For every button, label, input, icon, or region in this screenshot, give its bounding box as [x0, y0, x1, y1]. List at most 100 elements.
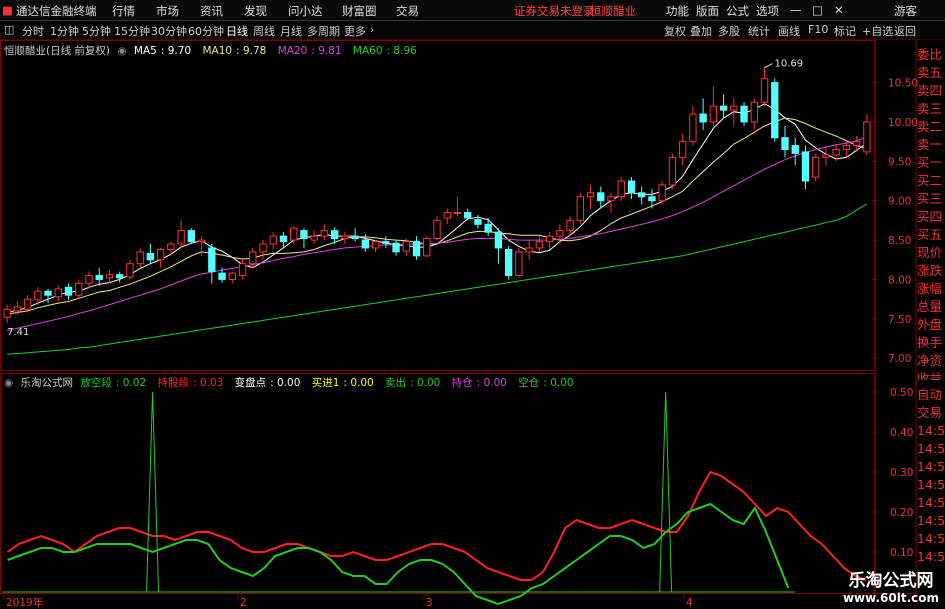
panel-toggle-icon[interactable]: ◫ — [4, 23, 14, 36]
guest-label[interactable]: 游客 — [894, 3, 917, 19]
candle-body-31 — [320, 230, 329, 237]
menu-wealth-circle[interactable]: 财富圈 — [342, 3, 377, 19]
trade-field-8: 14:56 — [917, 531, 945, 546]
candle-body-56 — [576, 196, 584, 221]
candle-body-32 — [330, 230, 339, 239]
candle-body-25 — [259, 243, 267, 253]
quote-field-6: 买一 — [917, 155, 943, 170]
tool-f10[interactable]: F10 — [808, 23, 828, 36]
menu-news[interactable]: 资讯 — [200, 3, 223, 19]
candle-body-22 — [228, 272, 236, 280]
legend-turning-point: 变盘点: 0.00 — [234, 377, 301, 389]
candle-body-9 — [95, 275, 103, 280]
candle-body-21 — [218, 272, 226, 280]
candle-body-30 — [310, 235, 318, 241]
candle-body-39 — [402, 241, 410, 252]
menu-quotes[interactable]: 行情 — [112, 3, 135, 19]
candle-body-2 — [23, 298, 32, 310]
quote-field-18: 收益 — [917, 371, 943, 380]
menu-trade[interactable]: 交易 — [396, 3, 419, 19]
legend-settings-icon[interactable]: ◉ — [117, 45, 126, 57]
menu-function[interactable]: 功能 — [666, 3, 689, 19]
candle-body-23 — [238, 263, 247, 276]
indicator-settings-icon[interactable]: ◉ — [4, 377, 13, 389]
candle-body-5 — [54, 288, 62, 298]
candle-body-82 — [842, 145, 851, 150]
period-daily[interactable]: 日线 — [226, 23, 248, 39]
candle-body-66 — [678, 141, 687, 158]
period-multi[interactable]: 多周期 — [307, 23, 340, 39]
candle-body-78 — [801, 151, 810, 182]
candle-body-50 — [515, 251, 523, 276]
legend-hold-segment: 持股段: 0.03 — [157, 377, 224, 389]
login-notice[interactable]: 证券交易未登录 — [514, 3, 595, 19]
minimize-icon[interactable]: — — [790, 3, 802, 17]
period-more[interactable]: 更多 — [344, 23, 366, 39]
quote-field-4: 卖二 — [917, 119, 943, 134]
period-intraday[interactable]: 分时 — [22, 23, 44, 39]
more-chevron-icon[interactable]: › — [370, 23, 374, 36]
tool-watchlist[interactable]: +自选 — [862, 23, 893, 39]
indicator-legend: ◉ 乐淘公式网 放空段: 0.02 持股段: 0.03 变盘点: 0.00 买进… — [4, 375, 582, 390]
candle-body-75 — [771, 82, 779, 139]
tool-multi-stock[interactable]: 多股 — [718, 23, 740, 39]
candle-body-48 — [494, 231, 503, 249]
candle-body-41 — [423, 237, 431, 257]
period-monthly[interactable]: 月线 — [280, 23, 302, 39]
candle-body-6 — [64, 286, 73, 296]
price-tick-label-1: 7.50 — [888, 314, 911, 326]
tool-back[interactable]: 返回 — [894, 23, 916, 39]
period-30min[interactable]: 30分钟 — [151, 23, 187, 39]
period-15min[interactable]: 15分钟 — [114, 23, 150, 39]
tool-stats[interactable]: 统计 — [748, 23, 770, 39]
close-icon[interactable]: ✕ — [834, 3, 844, 17]
period-weekly[interactable]: 周线 — [253, 23, 275, 39]
menu-market[interactable]: 市场 — [156, 3, 179, 19]
menu-discover[interactable]: 发现 — [244, 3, 267, 19]
candle-body-53 — [545, 235, 554, 243]
period-1min[interactable]: 1分钟 — [50, 23, 79, 39]
period-5min[interactable]: 5分钟 — [82, 23, 111, 39]
tool-mark[interactable]: 标记 — [834, 23, 856, 39]
period-60min[interactable]: 60分钟 — [188, 23, 224, 39]
candle-body-29 — [300, 230, 308, 239]
candle-body-69 — [709, 105, 718, 123]
price-tick-label-2: 8.00 — [888, 274, 911, 286]
candle-body-60 — [617, 180, 625, 198]
tool-overlay[interactable]: 叠加 — [690, 23, 712, 39]
high-pointer — [764, 63, 773, 69]
candle-body-43 — [443, 212, 451, 219]
date-label-2: 3 — [426, 597, 433, 609]
kline-chart[interactable]: 7.00 7.50 8.00 8.50 9.00 9.50 10.00 10.50 0.10 0.… — [0, 40, 945, 609]
candle-body-20 — [208, 247, 216, 273]
candle-body-16 — [167, 243, 175, 251]
candle-body-52 — [535, 241, 544, 249]
menu-layout[interactable]: 版面 — [696, 3, 719, 19]
main-frame — [0, 40, 875, 371]
candle-body-37 — [382, 241, 390, 244]
menu-options[interactable]: 选项 — [756, 3, 779, 19]
candle-body-3 — [34, 290, 42, 301]
candle-body-14 — [146, 252, 155, 261]
legend-sell: 卖出: 0.00 — [385, 377, 441, 389]
tool-draw[interactable]: 画线 — [778, 23, 800, 39]
trade-field-6: 14:56 — [917, 495, 945, 510]
candle-body-59 — [607, 196, 615, 202]
menu-xiaoda[interactable]: 问小达 — [288, 3, 323, 19]
candle-body-68 — [699, 113, 707, 123]
tool-adjust[interactable]: 复权 — [664, 23, 686, 39]
legend-short-segment: 放空段: 0.02 — [80, 377, 147, 389]
trade-field-0: 自动 — [917, 387, 943, 402]
price-tick-label-0: 7.00 — [888, 353, 911, 365]
indicator-frame — [0, 373, 875, 594]
candle-body-13 — [136, 251, 144, 265]
menu-formula[interactable]: 公式 — [726, 3, 749, 19]
ma5-legend: MA5: 9.70 — [133, 45, 192, 57]
maximize-icon[interactable]: □ — [812, 3, 823, 17]
trade-field-2: 14:56 — [917, 423, 945, 438]
candle-body-83 — [852, 141, 861, 147]
ind-tick-label-0: 0.10 — [890, 547, 913, 559]
candle-body-12 — [126, 263, 134, 278]
quote-field-14: 总量 — [917, 299, 943, 314]
quote-field-16: 换手 — [917, 335, 943, 350]
